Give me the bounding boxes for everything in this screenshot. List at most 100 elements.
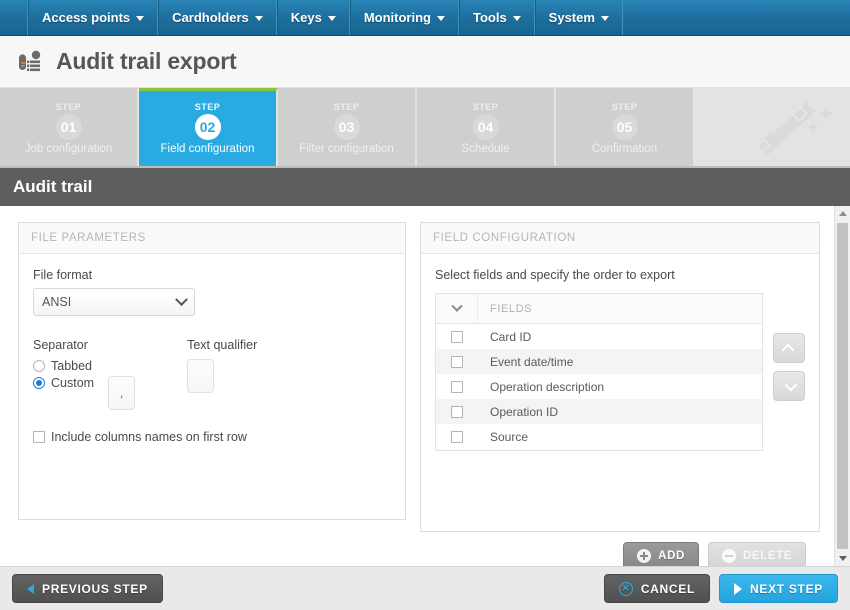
separator-label: Separator — [33, 338, 88, 352]
next-step-label: NEXT STEP — [750, 581, 823, 596]
chevron-down-icon — [327, 16, 336, 21]
add-button-label: ADD — [658, 550, 685, 562]
checkbox-icon — [451, 355, 463, 368]
chevron-right-icon — [734, 582, 743, 595]
scroll-up-button[interactable] — [834, 206, 850, 221]
file-format-value: ANSI — [42, 295, 72, 309]
file-format-select[interactable]: ANSI — [33, 288, 195, 316]
field-action-buttons: ADD DELETE — [420, 532, 820, 566]
separator-option-custom[interactable]: Custom — [33, 376, 94, 390]
include-columns-label: Include columns names on first row — [51, 430, 247, 444]
checkbox-icon — [451, 330, 463, 343]
nav-item-access-points[interactable]: Access points — [28, 0, 159, 35]
scrollbar-thumb[interactable] — [837, 223, 848, 549]
step-word: STEP — [611, 102, 638, 112]
field-configuration-body: Select fields and specify the order to e… — [421, 254, 819, 531]
content-vertical-scrollbar[interactable] — [834, 206, 850, 566]
section-title-bar: Audit trail — [0, 168, 850, 206]
nav-item-monitoring[interactable]: Monitoring — [349, 0, 459, 35]
field-configuration-panel: FIELD CONFIGURATION Select fields and sp… — [420, 222, 820, 532]
scroll-down-button[interactable] — [834, 551, 850, 566]
file-parameters-body: File format ANSI Separator Tabbed Custom… — [19, 254, 405, 519]
file-format-label: File format — [33, 268, 93, 282]
fields-table-header: FIELDS — [436, 294, 762, 324]
cancel-label: CANCEL — [640, 581, 696, 596]
nav-item-system[interactable]: System — [534, 0, 623, 35]
chevron-down-icon — [136, 16, 145, 21]
chevron-down-icon — [450, 300, 463, 312]
row-label: Operation description — [490, 379, 605, 394]
delete-field-button[interactable]: DELETE — [708, 542, 806, 566]
step-word: STEP — [194, 102, 221, 112]
nav-item-tools[interactable]: Tools — [458, 0, 535, 35]
field-configuration-column: FIELD CONFIGURATION Select fields and sp… — [420, 222, 820, 566]
fields-column-header: FIELDS — [490, 302, 533, 315]
table-row[interactable]: Operation description — [436, 374, 762, 399]
step-02-field-configuration[interactable]: STEP 02 Field configuration — [139, 88, 278, 166]
nav-item-label: Keys — [290, 10, 322, 25]
fields-table-area: FIELDS Card ID Event date/time Operation… — [435, 293, 805, 451]
step-word: STEP — [333, 102, 360, 112]
next-step-button[interactable]: NEXT STEP — [719, 574, 838, 603]
separator-custom-input[interactable]: , — [108, 376, 136, 410]
step-01-job-configuration[interactable]: STEP 01 Job configuration — [0, 88, 139, 166]
field-configuration-hint: Select fields and specify the order to e… — [435, 268, 675, 282]
step-05-confirmation[interactable]: STEP 05 Confirmation — [556, 88, 695, 166]
previous-step-label: PREVIOUS STEP — [42, 581, 148, 596]
text-qualifier-group: Text qualifier — [187, 338, 257, 410]
triangle-up-icon — [838, 211, 847, 216]
row-label: Source — [490, 429, 529, 444]
step-03-filter-configuration[interactable]: STEP 03 Filter configuration — [278, 88, 417, 166]
separator-option-label: Custom — [51, 376, 95, 390]
add-field-button[interactable]: ADD — [623, 542, 700, 566]
chevron-up-icon — [781, 343, 794, 356]
row-label: Event date/time — [490, 354, 574, 369]
chevron-down-icon — [600, 16, 609, 21]
row-checkbox-cell[interactable] — [436, 405, 478, 418]
step-word: STEP — [55, 102, 82, 112]
radio-icon-selected — [33, 377, 45, 389]
chevron-down-icon — [512, 16, 521, 21]
separator-group: Separator Tabbed Custom , — [33, 338, 136, 410]
chevron-down-icon — [436, 16, 445, 21]
step-wizard-tail — [695, 88, 850, 166]
step-label: Job configuration — [24, 143, 113, 155]
row-checkbox-cell[interactable] — [436, 380, 478, 393]
section-title: Audit trail — [13, 177, 93, 196]
checkbox-icon — [33, 431, 45, 443]
step-label: Confirmation — [591, 143, 658, 155]
row-label: Card ID — [490, 329, 532, 344]
table-row[interactable]: Event date/time — [436, 349, 762, 374]
table-row[interactable]: Source — [436, 424, 762, 449]
row-checkbox-cell[interactable] — [436, 430, 478, 443]
file-parameters-panel-title: FILE PARAMETERS — [19, 223, 405, 254]
row-checkbox-cell[interactable] — [436, 355, 478, 368]
plus-circle-icon — [637, 549, 652, 563]
step-04-schedule[interactable]: STEP 04 Schedule — [417, 88, 556, 166]
select-all-dropdown[interactable] — [436, 294, 478, 323]
field-configuration-panel-title: FIELD CONFIGURATION — [421, 223, 819, 254]
step-number: 02 — [194, 114, 221, 140]
row-checkbox-cell[interactable] — [436, 330, 478, 343]
chevron-left-icon — [27, 583, 34, 594]
move-field-up-button[interactable] — [773, 333, 805, 363]
include-columns-checkbox-row[interactable]: Include columns names on first row — [33, 430, 391, 444]
content-columns: FILE PARAMETERS File format ANSI Separat… — [0, 206, 834, 566]
chevron-down-icon — [784, 378, 797, 391]
cancel-button[interactable]: ✕ CANCEL — [603, 574, 711, 603]
nav-item-cardholders[interactable]: Cardholders — [158, 0, 277, 35]
text-qualifier-input[interactable] — [187, 359, 215, 393]
previous-step-button[interactable]: PREVIOUS STEP — [12, 574, 163, 603]
nav-item-label: Tools — [472, 10, 507, 25]
nav-item-keys[interactable]: Keys — [276, 0, 350, 35]
nav-item-label: Monitoring — [363, 10, 431, 25]
table-row[interactable]: Operation ID — [436, 399, 762, 424]
move-field-down-button[interactable] — [773, 371, 805, 401]
step-label: Schedule — [461, 143, 510, 155]
fields-table: FIELDS Card ID Event date/time Operation… — [435, 293, 763, 451]
nav-left-spacer — [0, 0, 28, 35]
table-row[interactable]: Card ID — [436, 324, 762, 349]
step-number: 01 — [55, 114, 82, 140]
separator-option-tabbed[interactable]: Tabbed — [33, 359, 94, 373]
step-label: Field configuration — [160, 143, 255, 155]
